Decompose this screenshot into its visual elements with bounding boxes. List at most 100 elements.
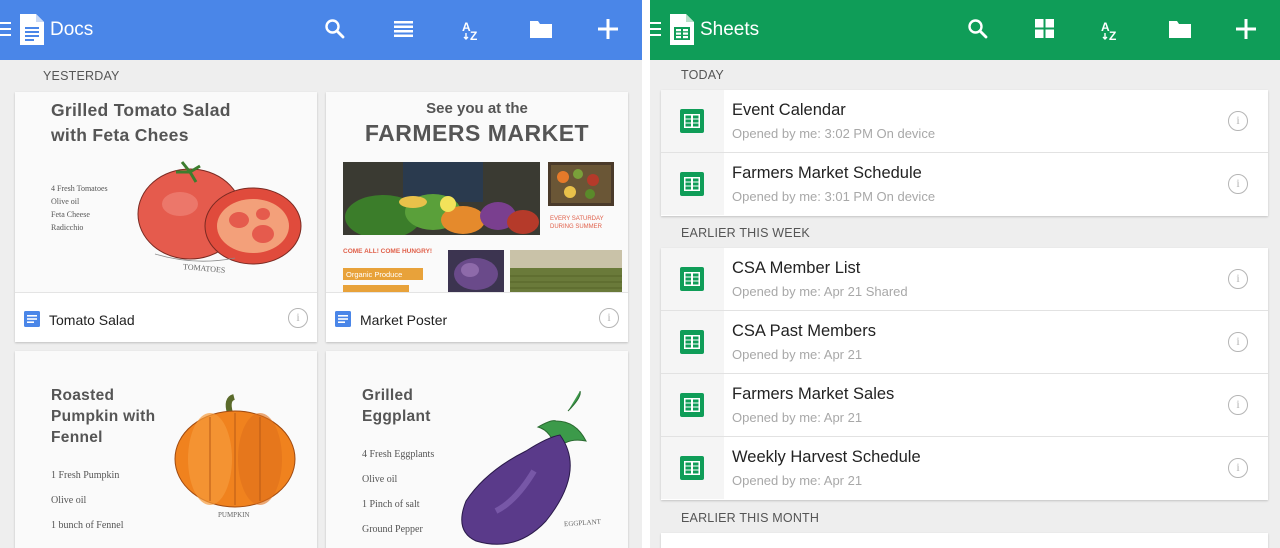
file-name: CSA Member List	[732, 259, 861, 277]
file-row-csa-member-list[interactable]: CSA Member List Opened by me: Apr 21 Sha…	[661, 248, 1268, 311]
ingredient: Olive oil	[362, 474, 398, 485]
file-list-earlier-this-week: CSA Member List Opened by me: Apr 21 Sha…	[661, 248, 1268, 500]
doc-thumbnail: Roasted Pumpkin with Fennel 1 Fresh Pump…	[15, 351, 317, 548]
section-label-earlier-this-week: EARLIER THIS WEEK	[681, 226, 810, 240]
svg-text:Z: Z	[1109, 29, 1116, 42]
info-icon[interactable]: i	[1228, 174, 1248, 194]
info-icon[interactable]: i	[1228, 269, 1248, 289]
sketch-label: PUMPKIN	[218, 511, 250, 519]
list-view-icon[interactable]	[393, 18, 419, 44]
doc-thumbnail: See you at the FARMERS MARKET EVERY SATU…	[326, 92, 628, 292]
file-icon-cell	[661, 374, 724, 436]
file-icon-cell	[661, 248, 724, 310]
thumb-title: See you at the	[426, 100, 528, 117]
folder-icon[interactable]	[529, 18, 555, 44]
thumb-title: Grilled Eggplant	[362, 387, 431, 425]
file-meta: Opened by me: Apr 21	[732, 347, 863, 362]
section-label-earlier-this-month: EARLIER THIS MONTH	[681, 511, 820, 525]
file-name: Farmers Market Sales	[732, 385, 895, 403]
file-row-csa-past-members[interactable]: CSA Past Members Opened by me: Apr 21 i	[661, 311, 1268, 374]
folder-icon[interactable]	[1168, 18, 1194, 44]
pumpkin-illustration	[174, 394, 296, 508]
info-icon[interactable]: i	[288, 308, 308, 328]
info-icon[interactable]: i	[1228, 395, 1248, 415]
doc-name: Tomato Salad	[49, 312, 135, 328]
docs-logo-icon	[20, 14, 44, 50]
basket-photo	[548, 162, 614, 206]
document-icon	[24, 311, 40, 332]
doc-card-tomato-salad[interactable]: Grilled Tomato Salad with Feta Chees 4 F…	[15, 92, 317, 342]
doc-thumbnail: Grilled Eggplant 4 Fresh Eggplants Olive…	[326, 351, 628, 548]
info-icon[interactable]: i	[1228, 458, 1248, 478]
sort-az-icon[interactable]: A Z	[1100, 18, 1126, 44]
thumb-headline: FARMERS MARKET	[364, 120, 590, 146]
thumb-title: Grilled Tomato Salad with Feta Chees	[51, 100, 231, 145]
thumb-ingredients: 4 Fresh Tomatoes Olive oil Feta Cheese R…	[51, 182, 108, 234]
ingredient: Olive oil	[51, 495, 87, 506]
search-icon[interactable]	[324, 18, 350, 44]
info-icon[interactable]: i	[1228, 332, 1248, 352]
file-meta: Opened by me: 3:01 PM On device	[732, 189, 936, 204]
thumb-ingredients: 1 Fresh Pumpkin Olive oil 1 bunch of Fen…	[51, 463, 124, 538]
file-meta: Opened by me: Apr 21 Shared	[732, 284, 908, 299]
grid-view-icon[interactable]	[1034, 18, 1060, 44]
ingredient: 4 Fresh Eggplants	[362, 449, 435, 460]
file-name: Farmers Market Schedule	[732, 164, 922, 182]
field-photo	[510, 250, 622, 292]
sheets-logo-icon	[670, 14, 694, 50]
file-icon-cell	[661, 311, 724, 373]
ingredient: 4 Fresh Tomatoes	[51, 184, 108, 193]
poster-tag: Organic Produce	[343, 268, 423, 280]
spreadsheet-icon	[680, 109, 704, 133]
info-icon[interactable]: i	[599, 308, 619, 328]
add-icon[interactable]	[597, 18, 623, 44]
menu-icon[interactable]	[650, 22, 661, 38]
ingredient: Radicchio	[51, 223, 84, 232]
file-name: Event Calendar	[732, 101, 846, 119]
card-footer: Tomato Salad i	[15, 292, 317, 342]
sheets-app: Sheets A Z TODAY Event Calendar Opened b…	[650, 0, 1280, 548]
sheets-toolbar: Sheets A Z	[650, 0, 1280, 60]
doc-card-roasted-pumpkin[interactable]: Roasted Pumpkin with Fennel 1 Fresh Pump…	[15, 351, 317, 548]
poster-tagline: EVERY SATURDAY DURING SUMMER	[550, 216, 604, 230]
thumb-ingredients: 4 Fresh Eggplants Olive oil 1 Pinch of s…	[362, 442, 434, 542]
file-name: Weekly Harvest Schedule	[732, 448, 921, 466]
ingredient: Olive oil	[51, 197, 80, 206]
docs-toolbar: Docs A Z	[0, 0, 642, 60]
spreadsheet-icon	[680, 330, 704, 354]
svg-text:Z: Z	[470, 29, 477, 42]
file-list-today: Event Calendar Opened by me: 3:02 PM On …	[661, 90, 1268, 216]
menu-icon[interactable]	[0, 22, 11, 38]
spreadsheet-icon	[680, 267, 704, 291]
file-meta: Opened by me: Apr 21	[732, 410, 863, 425]
info-icon[interactable]: i	[1228, 111, 1248, 131]
file-icon-cell	[661, 90, 724, 152]
doc-thumbnail: Grilled Tomato Salad with Feta Chees 4 F…	[15, 92, 317, 292]
doc-card-market-poster[interactable]: See you at the FARMERS MARKET EVERY SATU…	[326, 92, 628, 342]
file-icon-cell	[661, 153, 724, 215]
section-label-yesterday: YESTERDAY	[43, 69, 120, 83]
file-row-farmers-market-schedule[interactable]: Farmers Market Schedule Opened by me: 3:…	[661, 153, 1268, 216]
poster-tag-2	[343, 285, 409, 292]
section-label-today: TODAY	[681, 68, 724, 82]
spreadsheet-icon	[680, 456, 704, 480]
poster-callout: COME ALL! COME HUNGRY!	[343, 248, 433, 255]
file-row-weekly-harvest-schedule[interactable]: Weekly Harvest Schedule Opened by me: Ap…	[661, 437, 1268, 500]
cabbage-photo	[448, 250, 504, 292]
thumb-title: Roasted Pumpkin with Fennel	[51, 387, 156, 446]
file-row-farmers-market-sales[interactable]: Farmers Market Sales Opened by me: Apr 2…	[661, 374, 1268, 437]
pane-divider	[642, 0, 650, 548]
ingredient: Feta Cheese	[51, 210, 90, 219]
spreadsheet-icon	[680, 172, 704, 196]
search-icon[interactable]	[967, 18, 993, 44]
add-icon[interactable]	[1235, 18, 1261, 44]
app-title: Sheets	[700, 19, 760, 40]
produce-photo	[343, 162, 540, 235]
tomato-illustration	[137, 161, 302, 265]
doc-card-grilled-eggplant[interactable]: Grilled Eggplant 4 Fresh Eggplants Olive…	[326, 351, 628, 548]
card-footer: Market Poster i	[326, 292, 628, 342]
ingredient: 1 bunch of Fennel	[51, 520, 124, 531]
sort-az-icon[interactable]: A Z	[461, 18, 487, 44]
file-name: CSA Past Members	[732, 322, 876, 340]
file-row-event-calendar[interactable]: Event Calendar Opened by me: 3:02 PM On …	[661, 90, 1268, 153]
